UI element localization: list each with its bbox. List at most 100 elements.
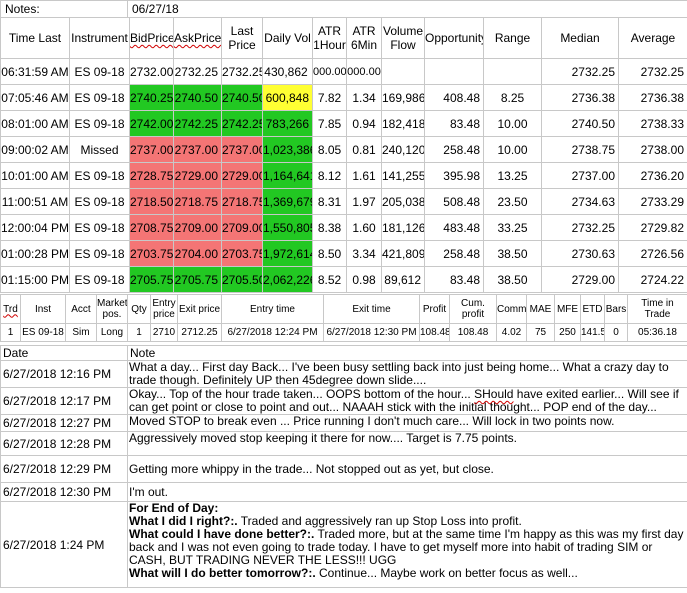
col-cum-profit[interactable]: Cum. profit: [449, 294, 497, 324]
col-opportunity[interactable]: Opportunity: [424, 17, 484, 59]
journal-note[interactable]: What a day... First day Back... I've bee…: [127, 360, 687, 388]
col-range[interactable]: Range: [483, 17, 542, 59]
cell-atr-6min: 1.34: [346, 84, 382, 111]
grid-row[interactable]: 10:01:00 AM ES 09-18 2728.75 2729.00 2729.00…: [0, 162, 687, 189]
trade-cell: 250: [554, 323, 581, 342]
col-average[interactable]: Average: [618, 17, 687, 59]
cell-last: 2742.25: [221, 110, 263, 137]
cell-opportunity: 395.98: [424, 162, 484, 189]
cell-opportunity: [424, 58, 484, 85]
col-atr-1hour[interactable]: ATR 1Hour: [312, 17, 347, 59]
cell-median: 2737.00: [541, 162, 619, 189]
trade-cell: 05:36.18: [627, 323, 687, 342]
cell-daily-vol: 2,062,226: [262, 266, 313, 293]
cell-opportunity: 83.48: [424, 110, 484, 137]
cell-volume-flow: [381, 58, 425, 85]
cell-range: 8.25: [483, 84, 542, 111]
col-exit-price[interactable]: Exit price: [177, 294, 222, 324]
cell-instrument: ES 09-18: [69, 110, 130, 137]
col-mae[interactable]: MAE: [526, 294, 555, 324]
notes-date-field[interactable]: 06/27/18: [127, 0, 687, 18]
col-volume-flow[interactable]: Volume Flow: [381, 17, 425, 59]
col-etd[interactable]: ETD: [580, 294, 605, 324]
eod-question-2: What could I have done better?:.: [129, 527, 315, 541]
grid-row[interactable]: 01:15:00 PM ES 09-18 2705.75 2705.75 2705.50…: [0, 266, 687, 293]
eod-answer-1: Traded and aggressively ran up Stop Loss…: [237, 514, 522, 528]
cell-volume-flow: 181,126: [381, 214, 425, 241]
grid-row[interactable]: 08:01:00 AM ES 09-18 2742.00 2742.25 2742.25…: [0, 110, 687, 137]
trade-cell: 0: [604, 323, 628, 342]
journal-note[interactable]: I'm out.: [127, 482, 687, 502]
col-entry-time[interactable]: Entry time: [221, 294, 324, 324]
cell-average: 2732.25: [618, 58, 687, 85]
journal-date: 6/27/2018 12:28 PM: [0, 431, 128, 456]
journal-row[interactable]: 6/27/2018 12:28 PM Aggressively moved st…: [0, 431, 687, 456]
trade-cell: 6/27/2018 12:24 PM: [221, 323, 324, 342]
cell-instrument: Missed: [69, 136, 130, 163]
col-bid-price[interactable]: BidPrice: [129, 17, 174, 59]
journal-note[interactable]: Okay... Top of the hour trade taken... O…: [127, 387, 687, 415]
cell-bid: 2718.50: [129, 188, 174, 215]
col-instrument[interactable]: Instrument: [69, 17, 130, 59]
trd-label: Trd: [3, 303, 18, 315]
cell-atr-6min: 1.61: [346, 162, 382, 189]
col-time-last[interactable]: Time Last: [0, 17, 70, 59]
eod-answer-3: Continue... Maybe work on better focus a…: [315, 566, 578, 580]
journal-row[interactable]: 6/27/2018 12:16 PM What a day... First d…: [0, 360, 687, 388]
col-market-pos[interactable]: Market pos.: [96, 294, 128, 324]
trade-row[interactable]: 1 ES 09-18 Sim Long 1 2710 2712.25 6/27/…: [0, 323, 687, 342]
col-qty[interactable]: Qty: [127, 294, 151, 324]
grid-row[interactable]: 11:00:51 AM ES 09-18 2718.50 2718.75 2718.75…: [0, 188, 687, 215]
col-time-in-trade[interactable]: Time in Trade: [627, 294, 687, 324]
cell-atr-1hour: 8.05: [312, 136, 347, 163]
journal-note-end-of-day[interactable]: For End of Day: What I did I right?:. Tr…: [127, 501, 687, 588]
grid-row[interactable]: 06:31:59 AM ES 09-18 2732.00 2732.25 2732.25…: [0, 58, 687, 85]
grid-row[interactable]: 09:00:02 AM Missed 2737.00 2737.00 2737.00 1,…: [0, 136, 687, 163]
journal-note[interactable]: Aggressively moved stop keeping it there…: [127, 431, 687, 456]
cell-daily-vol: 600,848: [262, 84, 313, 111]
journal-note[interactable]: Moved STOP to break even ... Price runni…: [127, 414, 687, 432]
col-acct[interactable]: Acct: [65, 294, 97, 324]
cell-ask: 2705.75: [173, 266, 222, 293]
grid-body: 06:31:59 AM ES 09-18 2732.00 2732.25 2732.25…: [0, 58, 687, 293]
col-note[interactable]: Note: [127, 345, 687, 361]
cell-instrument: ES 09-18: [69, 266, 130, 293]
grid-header-row: Time Last Instrument BidPrice AskPrice L…: [0, 17, 687, 59]
col-inst[interactable]: Inst: [20, 294, 66, 324]
col-bars[interactable]: Bars: [604, 294, 628, 324]
journal-date: 6/27/2018 12:30 PM: [0, 482, 128, 502]
cell-average: 2736.38: [618, 84, 687, 111]
journal-row[interactable]: 6/27/2018 12:17 PM Okay... Top of the ho…: [0, 387, 687, 415]
grid-row[interactable]: 01:00:28 PM ES 09-18 2703.75 2704.00 2703.75…: [0, 240, 687, 267]
grid-row[interactable]: 07:05:46 AM ES 09-18 2740.25 2740.50 2740.50…: [0, 84, 687, 111]
cell-volume-flow: 240,120: [381, 136, 425, 163]
col-comm[interactable]: Comm: [496, 294, 527, 324]
col-trd[interactable]: Trd: [0, 294, 21, 324]
journal-row[interactable]: 6/27/2018 12:27 PM Moved STOP to break e…: [0, 414, 687, 432]
cell-bid: 2705.75: [129, 266, 174, 293]
cell-ask: 2737.00: [173, 136, 222, 163]
col-date[interactable]: Date: [0, 345, 128, 361]
cell-daily-vol: 1,369,679: [262, 188, 313, 215]
journal-note[interactable]: Getting more whippy in the trade... Not …: [127, 455, 687, 483]
col-daily-vol[interactable]: Daily Vol: [262, 17, 313, 59]
col-exit-time[interactable]: Exit time: [323, 294, 420, 324]
trade-header-row: Trd Inst Acct Market pos. Qty Entry pric…: [0, 294, 687, 324]
cell-median: 2729.00: [541, 266, 619, 293]
journal-row[interactable]: 6/27/2018 12:29 PM Getting more whippy i…: [0, 455, 687, 483]
notes-bar: Notes: 06/27/18: [0, 0, 687, 18]
ask-price-label: AskPrice: [174, 31, 222, 45]
journal-row[interactable]: 6/27/2018 12:30 PM I'm out.: [0, 482, 687, 502]
col-last-price[interactable]: Last Price: [221, 17, 263, 59]
trade-cell: 75: [526, 323, 555, 342]
col-mfe[interactable]: MFE: [554, 294, 581, 324]
col-median[interactable]: Median: [541, 17, 619, 59]
col-profit[interactable]: Profit: [419, 294, 450, 324]
journal-row[interactable]: 6/27/2018 1:24 PM For End of Day: What I…: [0, 501, 687, 588]
cell-instrument: ES 09-18: [69, 58, 130, 85]
col-atr-6min[interactable]: ATR 6Min: [346, 17, 382, 59]
grid-row[interactable]: 12:00:04 PM ES 09-18 2708.75 2709.00 2709.00…: [0, 214, 687, 241]
col-entry-price[interactable]: Entry price: [150, 294, 178, 324]
cell-instrument: ES 09-18: [69, 214, 130, 241]
col-ask-price[interactable]: AskPrice: [173, 17, 222, 59]
